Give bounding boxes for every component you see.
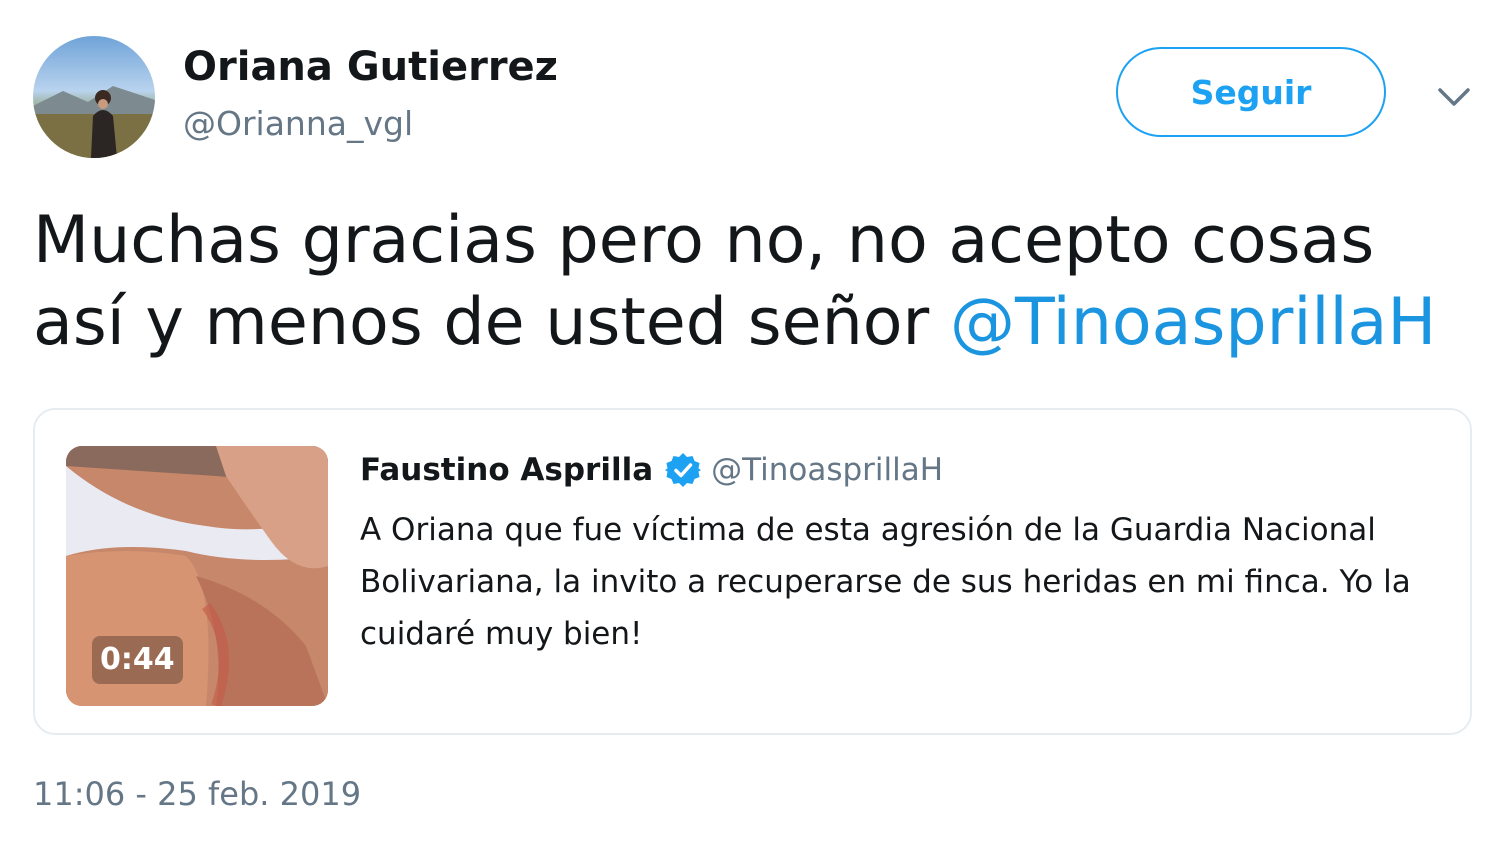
author-name[interactable]: Oriana Gutierrez xyxy=(183,44,558,90)
avatar[interactable] xyxy=(33,36,155,158)
video-duration: 0:44 xyxy=(92,636,183,684)
quoted-author-name[interactable]: Faustino Asprilla xyxy=(360,452,653,488)
video-thumbnail[interactable]: 0:44 xyxy=(66,446,328,706)
quoted-tweet[interactable]: 0:44 Faustino Asprilla @TinoasprillaH A … xyxy=(33,408,1472,735)
author-handle[interactable]: @Orianna_vgl xyxy=(183,104,413,143)
tweet: Oriana Gutierrez @Orianna_vgl Seguir Muc… xyxy=(0,0,1500,850)
follow-button[interactable]: Seguir xyxy=(1116,47,1386,137)
chevron-down-icon[interactable] xyxy=(1432,80,1476,114)
mention-link[interactable]: @TinoasprillaH xyxy=(950,285,1436,360)
tweet-text: Muchas gracias pero no, no acepto cosas … xyxy=(33,200,1473,364)
verified-badge-icon xyxy=(665,452,702,488)
quoted-tweet-text: A Oriana que fue víctima de esta agresió… xyxy=(360,512,1411,652)
tweet-timestamp[interactable]: 11:06 - 25 feb. 2019 xyxy=(33,775,361,813)
quoted-author-handle[interactable]: @TinoasprillaH xyxy=(711,452,943,488)
quoted-tweet-header: Faustino Asprilla @TinoasprillaH xyxy=(360,452,943,488)
